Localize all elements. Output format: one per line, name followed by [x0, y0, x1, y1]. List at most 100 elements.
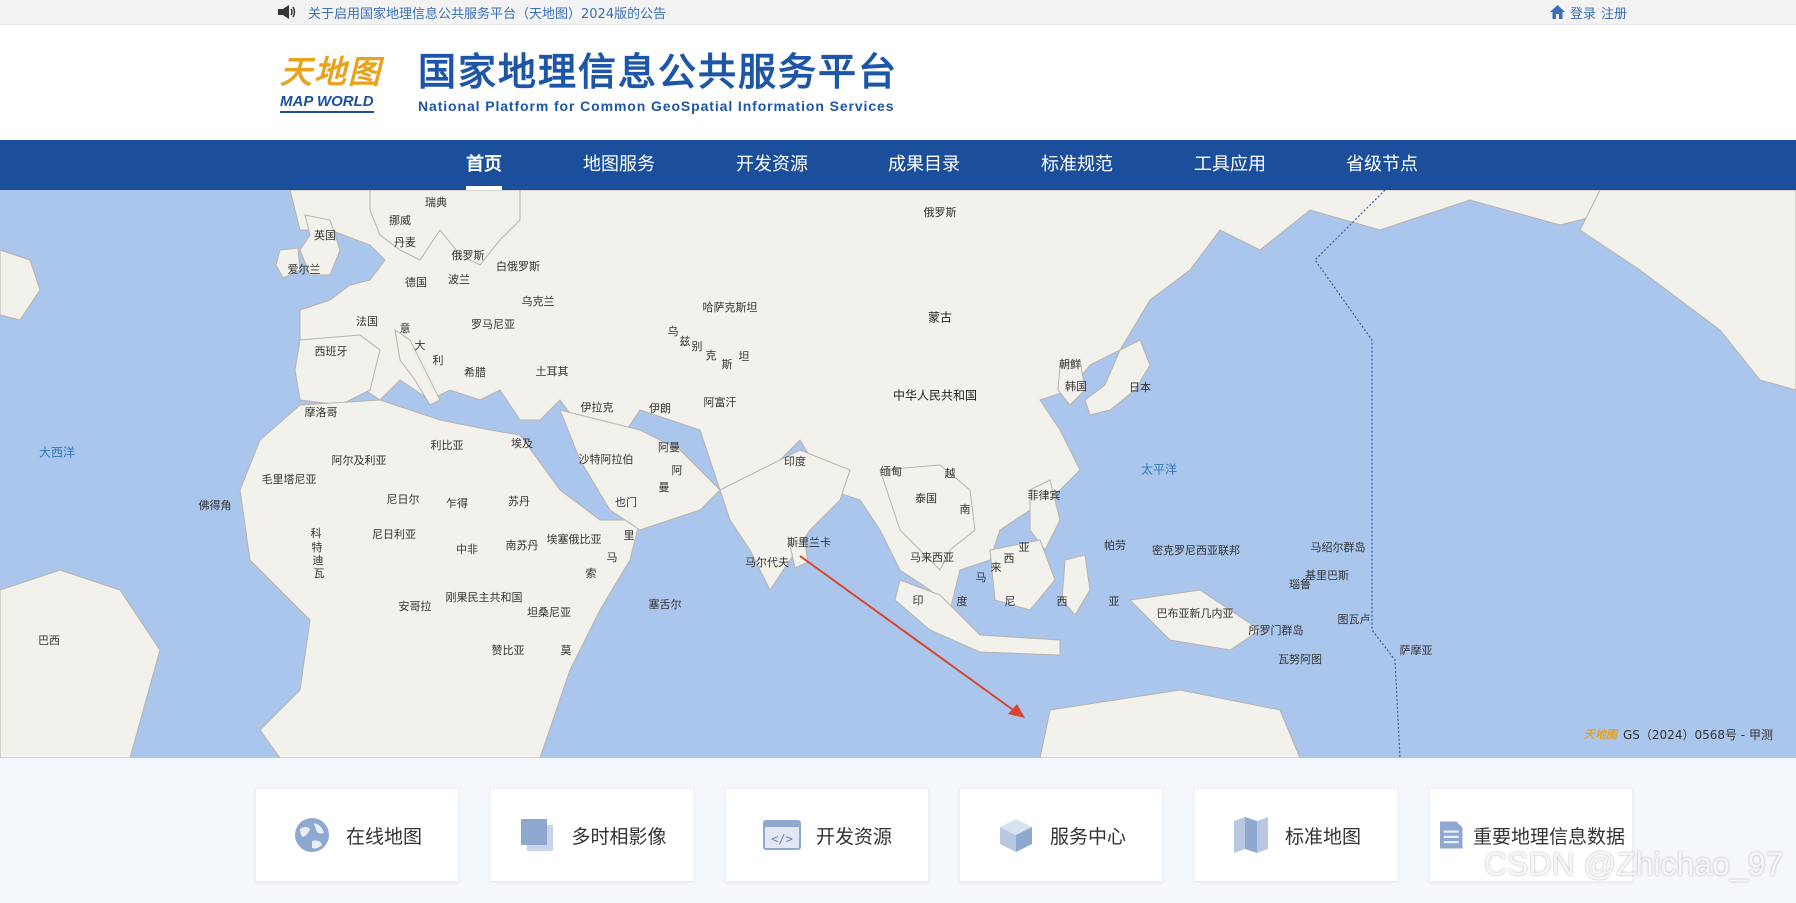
map-label: 大 — [414, 339, 426, 352]
tile-label: 服务中心 — [1049, 825, 1126, 848]
map-label: 埃及 — [511, 437, 533, 450]
nav-item-catalog[interactable]: 成果目录 — [888, 140, 960, 190]
map-label: 太平洋 — [1140, 462, 1178, 477]
map-label: 亚 — [1108, 595, 1120, 608]
map-label: 图瓦卢 — [1337, 613, 1371, 626]
nav-item-standards[interactable]: 标准规范 — [1041, 140, 1113, 190]
globe-icon — [294, 818, 329, 852]
map-label: 别 — [691, 340, 703, 353]
announcement-text[interactable]: 关于启用国家地理信息公共服务平台（天地图）2024版的公告 — [308, 3, 666, 22]
map-label: 利 — [432, 354, 444, 367]
nav-item-map-service[interactable]: 地图服务 — [583, 140, 655, 190]
map-label: 基里巴斯 — [1305, 569, 1349, 582]
login-link[interactable]: 登录 — [1570, 3, 1596, 22]
map-label: 马来西亚 — [910, 551, 954, 564]
map-label: 毛里塔尼亚 — [261, 473, 317, 486]
map-label: 西班牙 — [314, 345, 348, 358]
svg-text:</>: </> — [771, 832, 793, 846]
map-label: 菲律宾 — [1027, 489, 1061, 502]
map-label: 乍得 — [446, 497, 468, 510]
map-label: 所罗门群岛 — [1248, 624, 1304, 637]
map-label: 波兰 — [448, 273, 470, 286]
map-label: 索 — [585, 567, 597, 580]
map-label: 爱尔兰 — [287, 263, 321, 276]
auth-links: 登录 注册 — [1550, 0, 1627, 24]
map-label: 西 — [1003, 552, 1015, 565]
map-label: 阿 — [671, 464, 683, 477]
map-label: 尼日利亚 — [372, 528, 416, 541]
tile-dev-resources[interactable]: </> 开发资源 — [725, 788, 929, 882]
map-label: 斯 — [721, 358, 733, 371]
map-label: 泰国 — [915, 492, 937, 505]
map-label: 土耳其 — [535, 365, 569, 378]
map-label: 坦 — [738, 350, 750, 363]
tile-label: 开发资源 — [815, 825, 892, 848]
map-label: 塞舌尔 — [648, 598, 682, 611]
map-label: 日本 — [1129, 381, 1151, 394]
layers-icon — [521, 819, 554, 851]
logo-chinese: 天地图 — [280, 53, 383, 91]
cube-icon — [999, 819, 1032, 852]
map-label: 赞比亚 — [491, 644, 525, 657]
nav-item-provincial-nodes[interactable]: 省级节点 — [1346, 140, 1418, 190]
tile-label: 标准地图 — [1284, 825, 1361, 848]
map-label: 莫 — [560, 644, 572, 657]
map-label: 瓦努阿图 — [1278, 653, 1322, 666]
folded-map-icon — [1233, 817, 1268, 853]
map-label: 阿曼 — [658, 441, 680, 454]
map-label: 刚果民主共和国 — [445, 591, 523, 604]
map-label: 尼 — [1004, 595, 1016, 608]
map-label: 帕劳 — [1104, 539, 1126, 552]
map-label: 密克罗尼西亚联邦 — [1152, 544, 1240, 557]
map-label: 里 — [623, 529, 635, 542]
map-label: 马尔代夫 — [745, 556, 789, 569]
tile-multitemporal-imagery[interactable]: 多时相影像 — [490, 788, 694, 882]
map-label: 沙特阿拉伯 — [578, 453, 634, 466]
map-label: 丹麦 — [394, 236, 416, 249]
home-icon — [1550, 5, 1565, 19]
tile-service-center[interactable]: 服务中心 — [959, 788, 1163, 882]
map-label: 南苏丹 — [505, 539, 539, 552]
map-copyright: 天地图 GS（2024）0568号 - 甲测 — [1584, 726, 1773, 743]
tile-online-map[interactable]: 在线地图 — [255, 788, 459, 882]
tile-label: 重要地理信息数据 — [1472, 825, 1625, 848]
copyright-text: GS（2024）0568号 - 甲测 — [1623, 728, 1773, 742]
announcement-link[interactable]: 关于启用国家地理信息公共服务平台（天地图）2024版的公告 — [278, 0, 666, 24]
map-label: 俄罗斯 — [451, 249, 485, 262]
map-label: 乌克兰 — [521, 295, 555, 308]
map-label: 克 — [705, 349, 717, 362]
map-label: 伊拉克 — [580, 401, 614, 414]
map-label: 摩洛哥 — [304, 406, 338, 419]
site-title: 国家地理信息公共服务平台 National Platform for Commo… — [418, 47, 898, 115]
map-label: 佛得角 — [198, 499, 232, 512]
map-label: 中非 — [456, 543, 478, 556]
map-label: 德国 — [405, 276, 427, 289]
map-label: 伊朗 — [649, 402, 671, 415]
map-label: 意 — [399, 322, 411, 335]
map-label: 英国 — [314, 229, 336, 242]
tile-label: 在线地图 — [345, 825, 422, 848]
map-label: 也门 — [615, 496, 637, 509]
map-label: 瑞典 — [425, 196, 447, 209]
map-label: 巴西 — [38, 634, 60, 647]
world-map[interactable]: 瑞典 挪威 英国 丹麦 爱尔兰 俄罗斯 白俄罗斯 德国 波兰 乌克兰 法国 意 … — [0, 190, 1796, 758]
map-label: 中华人民共和国 — [892, 388, 978, 403]
map-label: 度 — [956, 595, 968, 608]
mapworld-logo[interactable]: 天地图 MAP WORLD — [280, 53, 386, 115]
map-label: 斯里兰卡 — [787, 536, 831, 549]
main-nav: 首页 地图服务 开发资源 成果目录 标准规范 工具应用 省级节点 — [0, 140, 1796, 190]
map-label: 法国 — [356, 315, 378, 328]
map-label: 马 — [975, 571, 987, 584]
nav-item-dev-resources[interactable]: 开发资源 — [736, 140, 808, 190]
register-link[interactable]: 注册 — [1601, 3, 1627, 22]
map-label: 挪威 — [389, 214, 411, 227]
map-label: 坦桑尼亚 — [527, 606, 571, 619]
map-label: 罗马尼亚 — [471, 318, 515, 331]
map-label: 瑙鲁 — [1289, 578, 1311, 591]
map-label: 利比亚 — [430, 439, 464, 452]
tile-standard-map[interactable]: 标准地图 — [1194, 788, 1398, 882]
csdn-watermark: CSDN @Zhichao_97 — [1484, 846, 1784, 882]
nav-item-home[interactable]: 首页 — [466, 140, 502, 190]
nav-item-tools[interactable]: 工具应用 — [1194, 140, 1266, 190]
map-label: 印度 — [784, 455, 806, 468]
